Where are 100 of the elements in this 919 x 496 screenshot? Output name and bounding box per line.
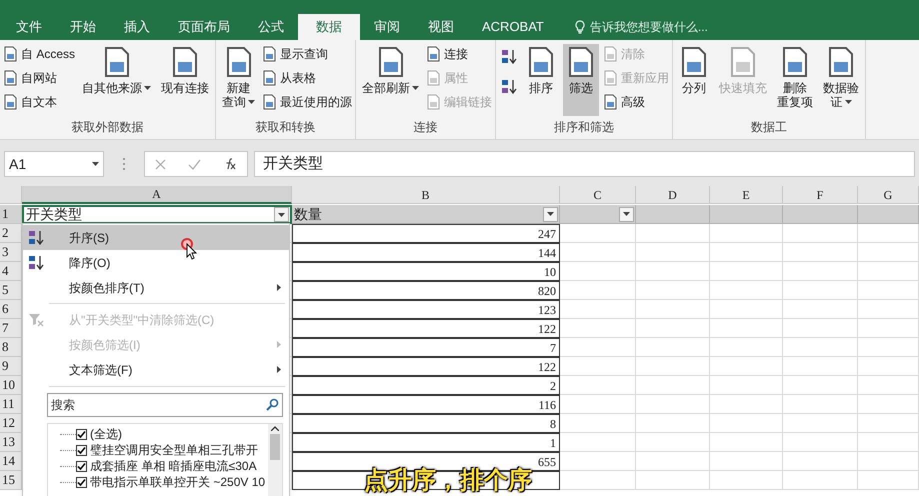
row-header[interactable]: 1 bbox=[0, 205, 22, 224]
filter-button[interactable] bbox=[619, 206, 634, 222]
empty-cell[interactable] bbox=[783, 357, 858, 376]
ribbon-button[interactable]: 自其他来源 bbox=[79, 44, 154, 116]
row-header[interactable]: 14 bbox=[0, 452, 22, 471]
ribbon-tab[interactable]: ACROBAT bbox=[468, 14, 558, 40]
ribbon-button[interactable]: 删除 重复项 bbox=[774, 44, 816, 116]
row-header[interactable]: 9 bbox=[0, 357, 22, 376]
empty-cell[interactable] bbox=[636, 376, 710, 395]
row-header[interactable]: 12 bbox=[0, 414, 22, 433]
empty-cell[interactable] bbox=[710, 338, 783, 357]
empty-cell[interactable] bbox=[783, 414, 858, 433]
menu-item[interactable]: 文本筛选(F) bbox=[23, 357, 289, 382]
empty-cell[interactable] bbox=[783, 319, 858, 338]
row-header[interactable]: 10 bbox=[0, 376, 22, 395]
empty-cell[interactable] bbox=[858, 224, 919, 243]
ribbon-tab[interactable]: 开始 bbox=[56, 14, 110, 40]
empty-cell[interactable] bbox=[858, 262, 919, 281]
table-cell[interactable]: 10 bbox=[292, 262, 560, 281]
empty-cell[interactable] bbox=[783, 243, 858, 262]
table-cell[interactable]: 开关类型 bbox=[22, 205, 292, 224]
menu-item[interactable]: 升序(S) bbox=[23, 225, 289, 250]
ribbon-button[interactable]: 高级 bbox=[603, 92, 670, 112]
column-header[interactable]: F bbox=[783, 186, 858, 204]
menu-item[interactable]: 按颜色排序(T) bbox=[23, 275, 289, 300]
ribbon-button[interactable]: 连接 bbox=[426, 44, 492, 64]
row-header[interactable]: 6 bbox=[0, 300, 22, 319]
ribbon-button[interactable]: 自文本 bbox=[3, 92, 76, 112]
empty-cell[interactable] bbox=[710, 414, 783, 433]
checklist-item[interactable]: 成套插座 单相 暗插座电流≤30A bbox=[48, 458, 268, 474]
column-header[interactable]: B bbox=[292, 186, 560, 204]
menu-item[interactable]: 降序(O) bbox=[23, 250, 289, 275]
empty-cell[interactable] bbox=[858, 452, 919, 471]
empty-cell[interactable] bbox=[710, 433, 783, 452]
ribbon-tab[interactable]: 视图 bbox=[414, 14, 468, 40]
checkbox[interactable] bbox=[76, 476, 87, 488]
empty-cell[interactable] bbox=[636, 262, 710, 281]
checklist-item[interactable]: 璧挂空调用安全型单相三孔带开 bbox=[48, 442, 268, 458]
ribbon-button[interactable]: 分列 bbox=[676, 44, 712, 116]
empty-cell[interactable] bbox=[710, 471, 783, 490]
row-header[interactable]: 13 bbox=[0, 433, 22, 452]
empty-cell[interactable] bbox=[636, 414, 710, 433]
empty-cell[interactable] bbox=[858, 281, 919, 300]
ribbon-button[interactable]: 最近使用的源 bbox=[262, 92, 352, 112]
row-header[interactable]: 3 bbox=[0, 243, 22, 262]
empty-cell[interactable] bbox=[858, 319, 919, 338]
empty-cell[interactable] bbox=[858, 471, 919, 490]
filter-button[interactable] bbox=[274, 207, 289, 222]
search-field[interactable]: 搜索 bbox=[47, 393, 283, 417]
column-header[interactable]: A bbox=[22, 186, 292, 204]
row-header[interactable]: 8 bbox=[0, 338, 22, 357]
empty-cell[interactable] bbox=[636, 300, 710, 319]
table-cell[interactable]: 8 bbox=[292, 414, 560, 433]
empty-cell[interactable] bbox=[636, 471, 710, 490]
table-cell[interactable]: 247 bbox=[292, 224, 560, 243]
empty-cell[interactable] bbox=[783, 338, 858, 357]
ribbon-button[interactable]: 自 Access bbox=[3, 44, 76, 64]
empty-cell[interactable] bbox=[636, 243, 710, 262]
column-header[interactable]: E bbox=[710, 186, 783, 204]
empty-cell[interactable] bbox=[636, 452, 710, 471]
table-cell[interactable]: 数量 bbox=[292, 205, 560, 224]
table-cell[interactable]: 123 bbox=[292, 300, 560, 319]
empty-cell[interactable] bbox=[858, 243, 919, 262]
row-header[interactable]: 2 bbox=[0, 224, 22, 243]
empty-cell[interactable] bbox=[636, 281, 710, 300]
empty-cell[interactable] bbox=[858, 357, 919, 376]
empty-cell[interactable] bbox=[710, 281, 783, 300]
ribbon-button[interactable]: 显示查询 bbox=[262, 44, 352, 64]
empty-cell[interactable] bbox=[710, 224, 783, 243]
ribbon-button[interactable]: 从表格 bbox=[262, 68, 352, 88]
empty-cell[interactable] bbox=[710, 357, 783, 376]
empty-cell[interactable] bbox=[858, 414, 919, 433]
ribbon-tab[interactable]: 页面布局 bbox=[164, 14, 244, 40]
empty-cell[interactable] bbox=[858, 395, 919, 414]
name-box[interactable]: A1 bbox=[4, 151, 104, 177]
row-header[interactable]: 7 bbox=[0, 319, 22, 338]
row-header[interactable]: 15 bbox=[0, 471, 22, 490]
empty-cell[interactable] bbox=[783, 471, 858, 490]
ribbon-button[interactable]: 数据验 证 bbox=[820, 44, 862, 116]
ribbon-tab[interactable]: 插入 bbox=[110, 14, 164, 40]
row-header[interactable]: 5 bbox=[0, 281, 22, 300]
checkbox[interactable] bbox=[76, 428, 87, 440]
ribbon-tab[interactable]: 文件 bbox=[2, 14, 56, 40]
empty-cell[interactable] bbox=[783, 452, 858, 471]
row-header[interactable]: 11 bbox=[0, 395, 22, 414]
empty-cell[interactable] bbox=[783, 281, 858, 300]
scrollbar-thumb[interactable] bbox=[270, 434, 280, 460]
ribbon-button[interactable]: 全部刷新 bbox=[359, 44, 422, 116]
scrollbar[interactable] bbox=[268, 424, 282, 496]
empty-cell[interactable] bbox=[710, 395, 783, 414]
empty-cell[interactable] bbox=[783, 395, 858, 414]
ribbon-button[interactable]: 现有连接 bbox=[158, 44, 212, 116]
empty-cell[interactable] bbox=[858, 433, 919, 452]
select-all-corner[interactable] bbox=[0, 186, 22, 204]
empty-cell[interactable] bbox=[636, 395, 710, 414]
empty-cell[interactable] bbox=[710, 319, 783, 338]
column-header[interactable]: C bbox=[560, 186, 636, 204]
table-cell[interactable]: 122 bbox=[292, 319, 560, 338]
filter-button[interactable] bbox=[543, 206, 558, 222]
empty-cell[interactable] bbox=[858, 300, 919, 319]
